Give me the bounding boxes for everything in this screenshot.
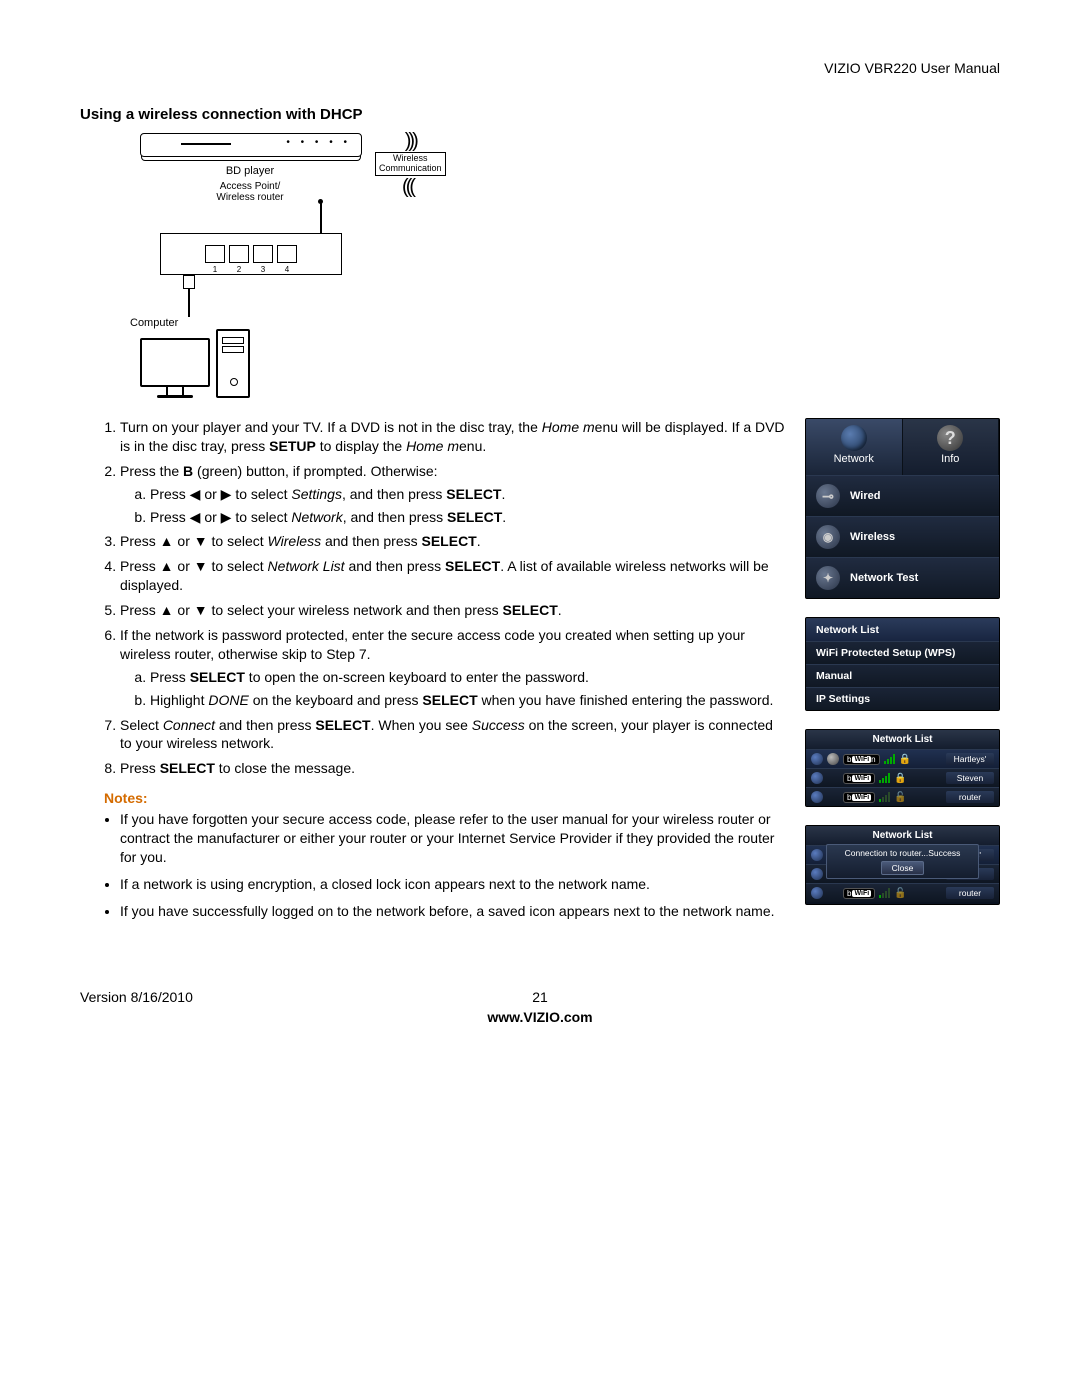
router-icon: 1 2 3 4: [160, 233, 342, 275]
list-item: Highlight DONE on the keyboard and press…: [150, 691, 785, 710]
globe-icon: [811, 887, 823, 899]
wifi-icon: [816, 525, 840, 549]
router-label: Access Point/Wireless router: [130, 181, 370, 203]
signal-icon: [879, 792, 890, 802]
plug-icon: [816, 484, 840, 508]
panel-title: Network List: [806, 730, 999, 749]
section-title: Using a wireless connection with DHCP: [80, 106, 1000, 123]
globe-icon: [811, 849, 823, 861]
page-footer: Version 8/16/2010 21 www.VIZIO.com: [80, 989, 1000, 1025]
saved-icon: [827, 753, 839, 765]
network-test-icon: [816, 566, 840, 590]
notes-list: If you have forgotten your secure access…: [80, 810, 785, 920]
wifi-chip: bWiFi: [843, 773, 875, 784]
cable-icon: [188, 289, 190, 317]
network-name: router: [946, 791, 994, 803]
success-popup: Connection to router...Success Close: [826, 844, 979, 879]
bd-player-icon: • • • • •: [140, 133, 362, 157]
bd-player-label: BD player: [130, 165, 370, 177]
network-row[interactable]: bWiFi 🔓 router: [806, 883, 999, 902]
wifi-chip: bWiFin: [843, 754, 880, 765]
connection-success-screenshot: Network List rtleys' even bWiFi 🔓 router: [805, 825, 1000, 905]
list-item: If you have successfully logged on to th…: [120, 902, 785, 921]
tab-info[interactable]: ? Info: [903, 419, 1000, 475]
list-item: If you have forgotten your secure access…: [120, 810, 785, 867]
menu-item-wireless[interactable]: Wireless: [806, 516, 999, 557]
panel-title: Network List: [806, 826, 999, 845]
network-menu-screenshot: Network ? Info Wired Wireless Network Te…: [805, 418, 1000, 599]
list-item: Press SELECT to open the on-screen keybo…: [150, 668, 785, 687]
popup-message: Connection to router...Success: [831, 848, 974, 858]
notes-label: Notes:: [104, 790, 785, 806]
globe-icon: [811, 753, 823, 765]
network-name: Hartleys': [946, 753, 994, 765]
network-name: router: [946, 887, 994, 899]
menu-item-manual[interactable]: Manual: [806, 664, 999, 687]
wifi-chip: bWiFi: [843, 888, 875, 899]
close-button[interactable]: Close: [881, 861, 925, 875]
globe-icon: [811, 868, 823, 880]
list-item: If the network is password protected, en…: [120, 626, 785, 710]
network-row[interactable]: bWiFi 🔒 Steven: [806, 768, 999, 787]
list-item: Press ◀ or ▶ to select Settings, and the…: [150, 485, 785, 504]
list-item: If a network is using encryption, a clos…: [120, 875, 785, 894]
unlock-icon: 🔓: [894, 888, 906, 899]
list-item: Select Connect and then press SELECT. Wh…: [120, 716, 785, 754]
signal-icon: [879, 773, 890, 783]
list-item: Press the B (green) button, if prompted.…: [120, 462, 785, 527]
network-list-screenshot: Network List bWiFin 🔒 Hartleys' bWiFi 🔒 …: [805, 729, 1000, 807]
network-name: Steven: [946, 772, 994, 784]
list-item: Press ▲ or ▼ to select Wireless and then…: [120, 532, 785, 551]
menu-item-network-test[interactable]: Network Test: [806, 557, 999, 598]
lock-icon: 🔒: [894, 773, 906, 784]
doc-title: VIZIO VBR220 User Manual: [80, 60, 1000, 76]
signal-icon: [879, 888, 890, 898]
list-item: Press SELECT to close the message.: [120, 759, 785, 778]
antenna-icon: [320, 203, 322, 233]
menu-item-wired[interactable]: Wired: [806, 475, 999, 516]
question-icon: ?: [937, 425, 963, 451]
list-item: Turn on your player and your TV. If a DV…: [120, 418, 785, 456]
globe-icon: [811, 791, 823, 803]
computer-icon: [140, 329, 430, 398]
signal-icon: [884, 754, 895, 764]
cable-plug-icon: [183, 275, 195, 289]
globe-icon: [841, 425, 867, 451]
computer-label: Computer: [130, 317, 430, 329]
list-item: Press ◀ or ▶ to select Network, and then…: [150, 508, 785, 527]
list-item: Press ▲ or ▼ to select Network List and …: [120, 557, 785, 595]
network-row[interactable]: bWiFin 🔒 Hartleys': [806, 749, 999, 768]
tab-network[interactable]: Network: [806, 419, 903, 475]
list-item: Press ▲ or ▼ to select your wireless net…: [120, 601, 785, 620]
wireless-submenu-screenshot: Network List WiFi Protected Setup (WPS) …: [805, 617, 1000, 711]
globe-icon: [811, 772, 823, 784]
page-number: 21: [532, 989, 548, 1005]
instruction-list: Turn on your player and your TV. If a DV…: [80, 418, 785, 778]
menu-item-network-list[interactable]: Network List: [806, 618, 999, 641]
menu-item-wps[interactable]: WiFi Protected Setup (WPS): [806, 641, 999, 664]
version-text: Version 8/16/2010: [80, 989, 193, 1005]
footer-url: www.VIZIO.com: [487, 1009, 592, 1025]
connection-diagram: • • • • • ))) Wireless Communication )))…: [130, 133, 430, 398]
menu-item-ip-settings[interactable]: IP Settings: [806, 687, 999, 710]
unlock-icon: 🔓: [894, 792, 906, 803]
network-row[interactable]: bWiFi 🔓 router: [806, 787, 999, 806]
wifi-chip: bWiFi: [843, 792, 875, 803]
lock-icon: 🔒: [899, 754, 911, 765]
wireless-label: ))) Wireless Communication ))): [375, 130, 446, 198]
